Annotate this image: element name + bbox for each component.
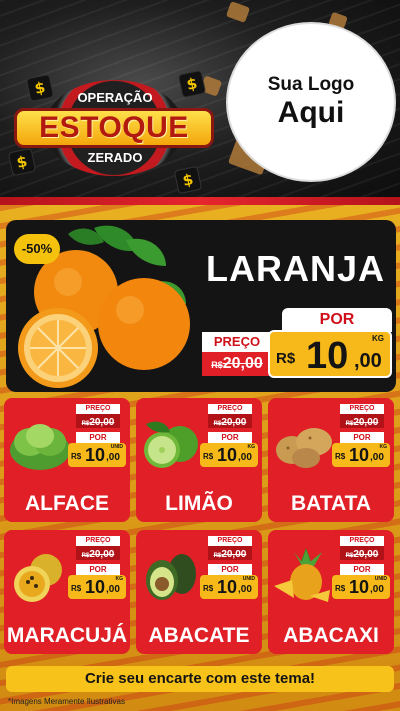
old-price-value: 20,00 <box>89 549 115 560</box>
new-price: R$ 10 ,00 UNID <box>332 575 390 599</box>
preco-label: PREÇO <box>340 404 384 414</box>
new-price-currency: R$ <box>335 584 346 593</box>
new-price-unit: KG <box>379 444 388 450</box>
product-name: MARACUJÁ <box>6 624 128 647</box>
old-price-value: 20,00 <box>353 417 379 428</box>
old-price: R$20,00 <box>76 546 120 560</box>
old-price-value: 20,00 <box>222 355 263 372</box>
old-price: R$20,00 <box>202 352 272 376</box>
logo-placeholder[interactable]: Sua Logo Aqui <box>228 24 394 180</box>
new-price-unit: UNID <box>110 444 123 450</box>
new-price: R$ 10 ,00 KG <box>332 443 390 467</box>
por-label: POR <box>340 432 384 443</box>
old-price-value: 20,00 <box>353 549 379 560</box>
por-label: POR <box>340 564 384 575</box>
new-price: R$ 10 ,00 KG <box>68 575 126 599</box>
lettuce-icon <box>6 414 74 472</box>
new-price-integer: 10 <box>85 577 106 597</box>
new-price: R$ 10 ,00 KG <box>268 330 392 378</box>
preco-label: PREÇO <box>208 404 252 414</box>
hero-product-card[interactable]: -50% LARANJA POR PREÇO R$20,00 R$ 10 ,00… <box>6 220 396 392</box>
badge-bottom-text: ZERADO <box>87 150 143 165</box>
preco-label: PREÇO <box>76 404 120 414</box>
old-price-value: 20,00 <box>221 549 247 560</box>
new-price-currency: R$ <box>203 584 214 593</box>
lime-icon <box>138 414 206 472</box>
new-price-integer: 10 <box>349 577 370 597</box>
avocado-icon <box>138 546 206 604</box>
por-label: POR <box>282 308 392 332</box>
product-name: ABACAXI <box>283 624 379 647</box>
new-price-decimal: ,00 <box>238 584 252 595</box>
badge-top-text: OPERAÇÃO <box>77 90 153 105</box>
product-name: BATATA <box>290 492 372 515</box>
product-card-abacate[interactable]: PREÇO R$20,00 POR R$ 10 ,00 UNID ABACATE <box>136 530 262 654</box>
new-price-decimal: ,00 <box>354 350 382 372</box>
pineapple-icon <box>270 546 338 604</box>
new-price-unit: UNID <box>374 576 387 582</box>
new-price-integer: 10 <box>349 445 370 465</box>
new-price-decimal: ,00 <box>370 452 384 463</box>
old-price: R$20,00 <box>208 546 252 560</box>
passion-fruit-icon <box>6 546 74 604</box>
product-name: ABACATE <box>148 624 250 647</box>
new-price-decimal: ,00 <box>106 584 120 595</box>
old-price: R$20,00 <box>340 414 384 428</box>
new-price-unit: UNID <box>242 576 255 582</box>
new-price-integer: 10 <box>217 577 238 597</box>
product-card-alface[interactable]: PREÇO R$20,00 POR R$ 10 ,00 UNID ALFACE <box>4 398 130 522</box>
disclaimer-text: *Imagens Meramente Ilustrativas <box>8 697 125 706</box>
new-price: R$ 10 ,00 KG <box>200 443 258 467</box>
old-price-value: 20,00 <box>221 417 247 428</box>
new-price-currency: R$ <box>203 452 214 461</box>
operacao-estoque-zerado-badge: OPERAÇÃO ESTOQUE ZERADO <box>14 80 214 176</box>
new-price-unit: KG <box>115 576 124 582</box>
discount-badge: -50% <box>14 234 60 264</box>
potato-icon <box>270 414 338 472</box>
product-card-abacaxi[interactable]: PREÇO R$20,00 POR R$ 10 ,00 UNID ABACAXI <box>268 530 394 654</box>
header-banner: $ $ $ $ OPERAÇÃO ESTOQUE ZERADO Sua Logo… <box>0 0 400 205</box>
new-price-decimal: ,00 <box>238 452 252 463</box>
por-label: POR <box>208 432 252 443</box>
old-price: R$20,00 <box>76 414 120 428</box>
new-price-currency: R$ <box>71 452 82 461</box>
product-name: ALFACE <box>25 492 109 515</box>
new-price-currency: R$ <box>335 452 346 461</box>
old-price-currency: R$ <box>211 360 223 370</box>
product-card-limão[interactable]: PREÇO R$20,00 POR R$ 10 ,00 KG LIMÃO <box>136 398 262 522</box>
new-price-currency: R$ <box>71 584 82 593</box>
new-price-decimal: ,00 <box>370 584 384 595</box>
badge-main-text: ESTOQUE <box>14 108 214 148</box>
old-price: R$20,00 <box>340 546 384 560</box>
new-price-integer: 10 <box>306 335 349 377</box>
preco-label: PREÇO <box>202 332 272 352</box>
preco-label: PREÇO <box>340 536 384 546</box>
por-label: POR <box>76 564 120 575</box>
por-label: POR <box>208 564 252 575</box>
header-red-stripe <box>0 197 400 205</box>
logo-line1: Sua Logo <box>267 74 355 95</box>
logo-line2: Aqui <box>277 96 345 129</box>
product-card-batata[interactable]: PREÇO R$20,00 POR R$ 10 ,00 KG BATATA <box>268 398 394 522</box>
preco-label: PREÇO <box>208 536 252 546</box>
product-name: LIMÃO <box>165 492 233 515</box>
old-price: R$20,00 <box>208 414 252 428</box>
new-price: R$ 10 ,00 UNID <box>200 575 258 599</box>
new-price-integer: 10 <box>217 445 238 465</box>
hero-product-name: LARANJA <box>206 248 386 289</box>
preco-label: PREÇO <box>76 536 120 546</box>
new-price-unit: KG <box>247 444 256 450</box>
cta-banner[interactable]: Crie seu encarte com este tema! <box>6 666 394 692</box>
new-price-decimal: ,00 <box>106 452 120 463</box>
new-price: R$ 10 ,00 UNID <box>68 443 126 467</box>
old-price-value: 20,00 <box>89 417 115 428</box>
new-price-currency: R$ <box>276 350 296 367</box>
new-price-integer: 10 <box>85 445 106 465</box>
product-card-maracujá[interactable]: PREÇO R$20,00 POR R$ 10 ,00 KG MARACUJÁ <box>4 530 130 654</box>
new-price-unit: KG <box>372 334 384 343</box>
por-label: POR <box>76 432 120 443</box>
